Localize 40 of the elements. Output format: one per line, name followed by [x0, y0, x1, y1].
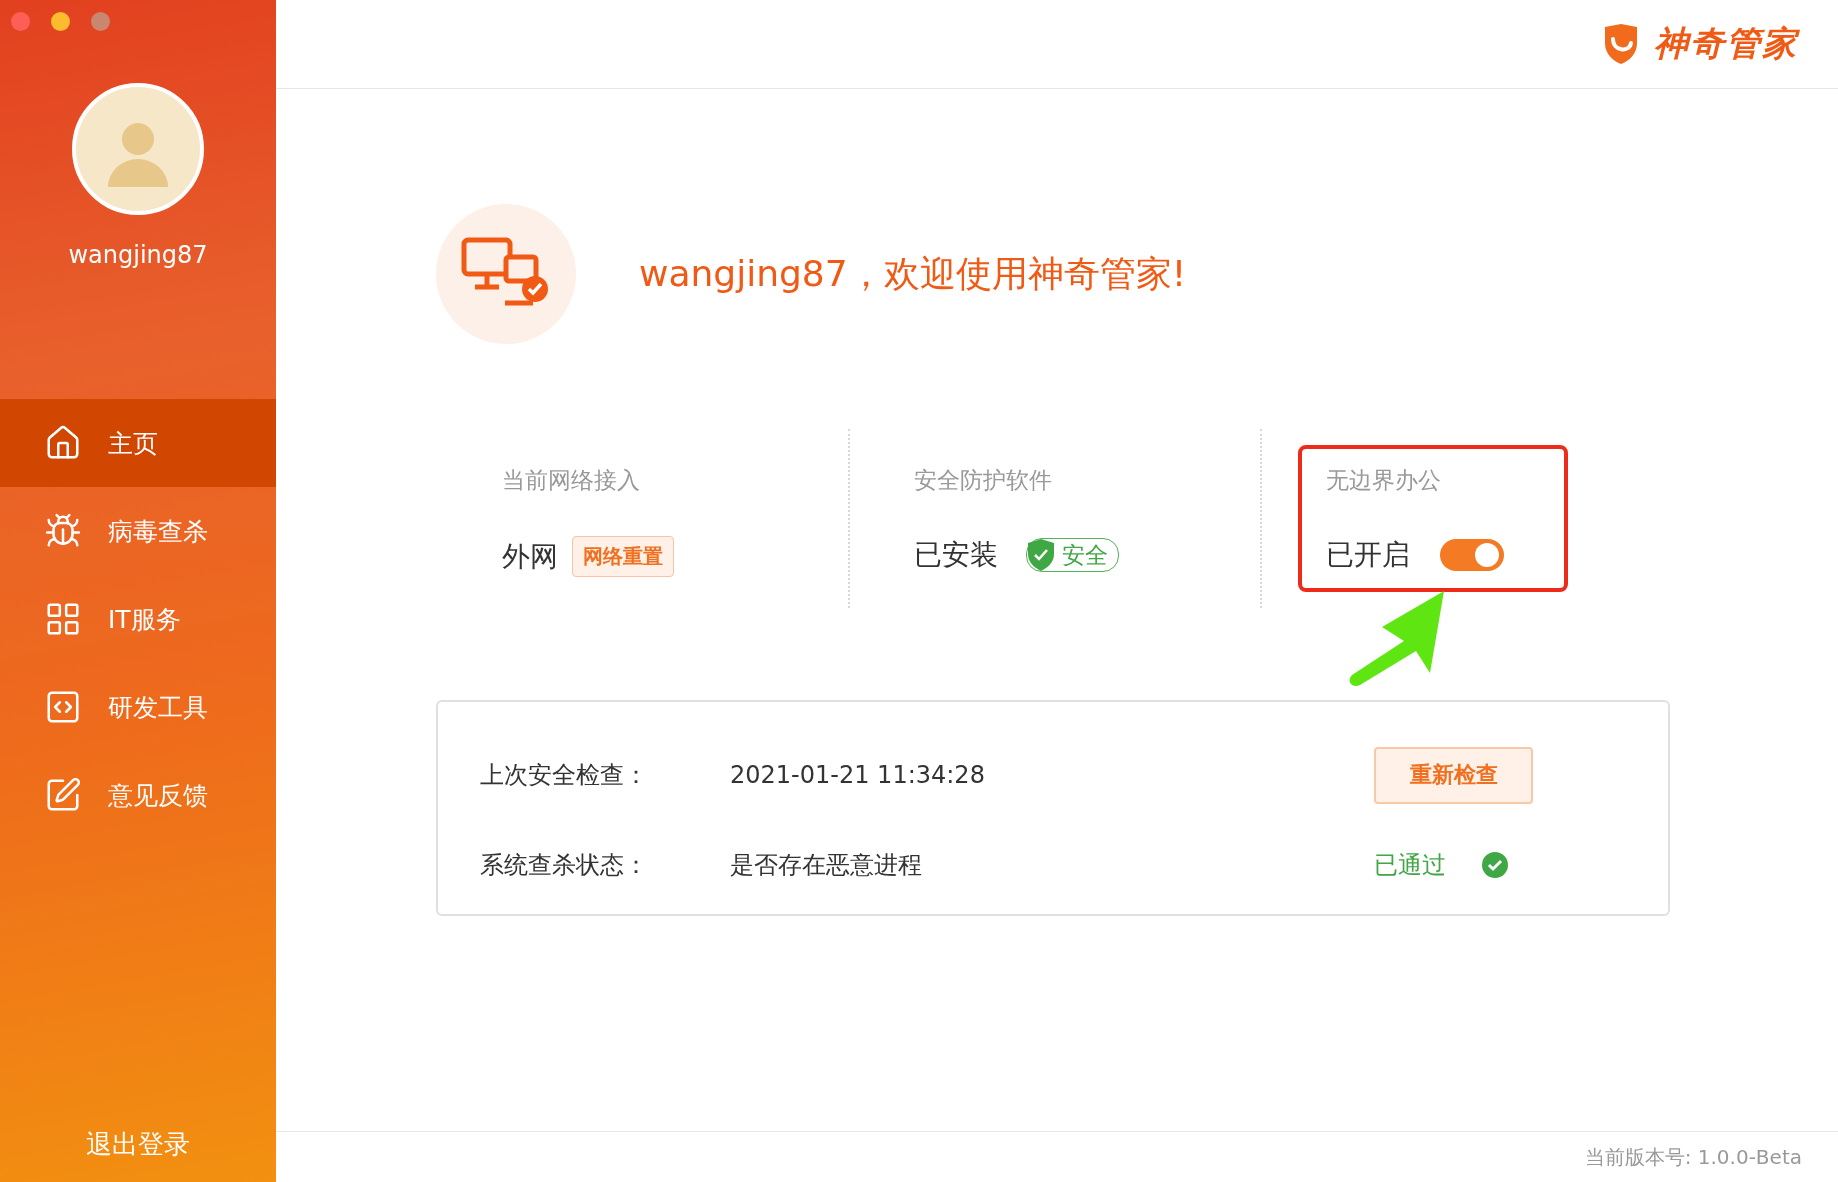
nav-item[interactable]: 主页 — [0, 399, 276, 487]
check-value: 2021-01-21 11:34:28 — [730, 761, 986, 789]
zoom-icon[interactable] — [91, 12, 110, 31]
status-title: 无边界办公 — [1326, 466, 1442, 495]
status-title: 当前网络接入 — [502, 466, 641, 495]
version-text: 当前版本号: 1.0.0-Beta — [1584, 1143, 1802, 1171]
safe-badge: 安全 — [1026, 538, 1119, 572]
nav-label: 病毒查杀 — [108, 515, 208, 548]
nav-label: 研发工具 — [108, 691, 208, 724]
username: wangjing87 — [67, 241, 209, 269]
nav-label: IT服务 — [108, 603, 181, 636]
toggle-switch[interactable] — [1440, 539, 1504, 571]
check-circle-icon — [1482, 852, 1508, 878]
nav-label: 意见反馈 — [108, 779, 208, 812]
code-icon — [44, 688, 82, 726]
logout-link[interactable]: 退出登录 — [0, 1127, 276, 1162]
welcome-text: wangjing87，欢迎使用神奇管家! — [639, 251, 1187, 296]
pen-icon — [44, 776, 82, 814]
status-value: 已安装 — [914, 537, 998, 573]
close-icon[interactable] — [11, 12, 30, 31]
grid-icon — [44, 600, 82, 638]
check-value: 是否存在恶意进程 — [730, 850, 923, 881]
reset-network-button[interactable]: 网络重置 — [572, 536, 674, 577]
recheck-button[interactable]: 重新检查 — [1374, 746, 1533, 804]
shield-logo-icon — [1602, 23, 1640, 65]
logo-text: 神奇管家 — [1654, 22, 1798, 65]
nav-item[interactable]: IT服务 — [0, 575, 276, 663]
check-label: 上次安全检查： — [480, 760, 649, 791]
status-title: 安全防护软件 — [914, 466, 1053, 495]
check-label: 系统查杀状态： — [480, 850, 649, 881]
shield-check-icon — [1026, 538, 1056, 572]
nav-item[interactable]: 研发工具 — [0, 663, 276, 751]
nav-item[interactable]: 意见反馈 — [0, 751, 276, 839]
minimize-icon[interactable] — [51, 12, 70, 31]
status-value: 外网 — [502, 538, 558, 575]
status-value: 已开启 — [1326, 537, 1410, 573]
check-result: 已通过 — [1374, 850, 1446, 881]
nav-item[interactable]: 病毒查杀 — [0, 487, 276, 575]
home-icon — [44, 424, 82, 462]
nav-label: 主页 — [108, 427, 158, 460]
